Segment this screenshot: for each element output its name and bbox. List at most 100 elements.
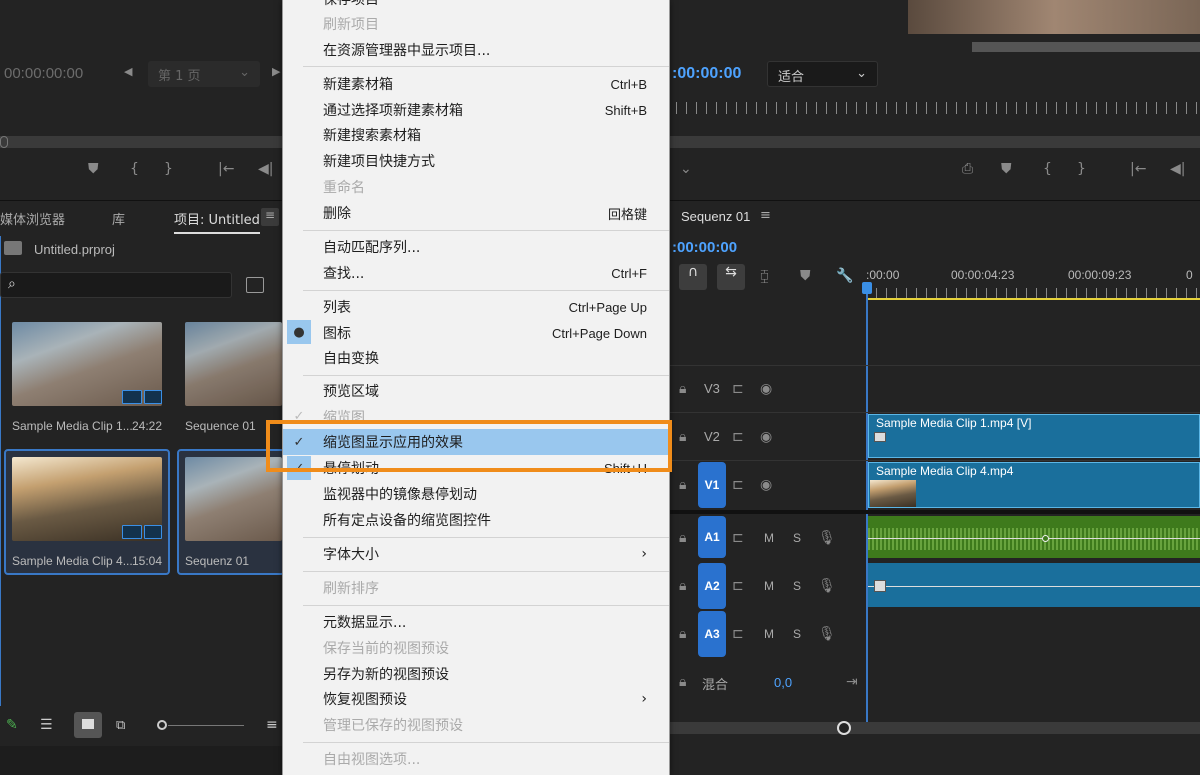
program-scrub-bar[interactable]: [670, 136, 1200, 148]
solo-button[interactable]: S: [793, 531, 801, 545]
lock-icon[interactable]: 🔒︎: [679, 578, 686, 594]
timeline-ruler[interactable]: [866, 288, 1200, 298]
track-target-a2[interactable]: A2: [698, 563, 726, 609]
thumbnail-sequenz-01[interactable]: [185, 457, 282, 541]
zoom-slider[interactable]: [168, 725, 244, 726]
menu-item-delete[interactable]: 删除 回格键: [283, 200, 669, 226]
menu-item-new-bin[interactable]: 新建素材箱 Ctrl+B: [283, 71, 669, 97]
menu-item-mirror-hover-scrub[interactable]: 监视器中的镜像悬停划动: [283, 481, 669, 507]
lock-icon[interactable]: 🔒︎: [679, 381, 686, 397]
track-target-a3[interactable]: A3: [698, 611, 726, 657]
sync-lock-icon[interactable]: ⊏: [732, 429, 744, 445]
marker-icon[interactable]: ⛊: [1001, 161, 1012, 177]
menu-item-icon-view[interactable]: 图标 Ctrl+Page Down: [283, 320, 669, 346]
page-select[interactable]: 第 1 页 ⌄: [148, 61, 260, 87]
sync-lock-icon[interactable]: ⊏: [732, 530, 744, 546]
thumbnail-sequence-01[interactable]: [185, 322, 282, 406]
track-target-a1[interactable]: A1: [698, 516, 726, 558]
lock-icon[interactable]: 🔒︎: [679, 674, 686, 690]
lock-icon[interactable]: 🔒︎: [679, 477, 686, 493]
mark-out-icon[interactable]: }: [1077, 161, 1086, 177]
fit-select[interactable]: 适合 ⌄: [767, 61, 878, 87]
lock-icon[interactable]: 🔒︎: [679, 530, 686, 546]
marker-icon[interactable]: ⛊: [800, 268, 811, 284]
menu-item-new-project-shortcut[interactable]: 新建项目快捷方式: [283, 148, 669, 174]
menu-item-hover-scrub[interactable]: 悬停划动 Shift+H: [283, 455, 669, 481]
chevron-down-icon[interactable]: ⌄: [680, 161, 692, 177]
menu-item-find[interactable]: 查找... Ctrl+F: [283, 260, 669, 286]
panel-menu-icon[interactable]: ≡: [261, 208, 279, 226]
track-target-v1[interactable]: V1: [698, 462, 726, 508]
menu-item-preview-area[interactable]: 预览区域: [283, 378, 669, 404]
scrollbar-handle[interactable]: [837, 721, 851, 735]
source-timecode[interactable]: 00:00:00:00: [4, 65, 83, 82]
solo-button[interactable]: S: [793, 579, 801, 593]
step-back-icon[interactable]: ◀|: [1170, 161, 1185, 177]
sync-lock-icon[interactable]: ⊏: [732, 626, 744, 642]
menu-item-reveal-in-explorer[interactable]: 在资源管理器中显示项目...: [283, 37, 669, 63]
list-view-icon[interactable]: ☰: [40, 717, 53, 733]
tab-media-browser[interactable]: 媒体浏览器: [0, 209, 65, 228]
step-back-icon[interactable]: ◀|: [258, 161, 273, 177]
source-scrub-bar[interactable]: [0, 136, 282, 148]
solo-button[interactable]: S: [793, 627, 801, 641]
fit-to-track-icon[interactable]: ⇥: [846, 674, 858, 690]
menu-item-save-new-view-preset[interactable]: 另存为新的视图预设: [283, 661, 669, 687]
eye-icon[interactable]: ◉: [760, 381, 772, 397]
timeline-scrollbar[interactable]: [670, 722, 1200, 734]
menu-item-new-search-bin[interactable]: 新建搜索素材箱: [283, 122, 669, 148]
playhead-handle[interactable]: [0, 136, 8, 148]
mute-button[interactable]: M: [764, 627, 774, 641]
microphone-icon[interactable]: 🎙︎: [818, 578, 836, 594]
sync-lock-icon[interactable]: ⊏: [732, 578, 744, 594]
timeline-timecode[interactable]: :00:00:00: [672, 239, 737, 256]
export-frame-icon[interactable]: ⎙: [962, 161, 973, 177]
lock-icon[interactable]: 🔒︎: [679, 626, 686, 642]
menu-item-list[interactable]: 列表 Ctrl+Page Up: [283, 294, 669, 320]
program-timecode[interactable]: :00:00:00: [672, 65, 741, 83]
mark-in-icon[interactable]: {: [130, 161, 139, 177]
mark-in-icon[interactable]: {: [1043, 161, 1052, 177]
volume-line[interactable]: [868, 586, 1200, 587]
tab-project[interactable]: 项目: Untitled: [174, 209, 260, 234]
menu-item-font-size[interactable]: 字体大小 ›: [283, 541, 669, 567]
go-to-in-icon[interactable]: |←: [1130, 161, 1146, 177]
menu-item-metadata-display[interactable]: 元数据显示...: [283, 609, 669, 635]
mute-button[interactable]: M: [764, 579, 774, 593]
freeform-view-icon[interactable]: ⧉: [116, 718, 125, 733]
audio-clip[interactable]: [868, 563, 1200, 607]
wrench-icon[interactable]: 🔧: [836, 268, 853, 284]
go-to-in-icon[interactable]: |←: [218, 161, 234, 177]
linked-selection-icon[interactable]: ⇆: [717, 264, 745, 290]
sync-lock-icon[interactable]: ⊏: [732, 381, 744, 397]
pencil-icon[interactable]: ✎: [6, 717, 18, 733]
work-area-bar[interactable]: [866, 298, 1200, 300]
playhead-handle[interactable]: [862, 282, 872, 294]
microphone-icon[interactable]: 🎙︎: [818, 626, 836, 642]
tab-libraries[interactable]: 库: [112, 209, 125, 228]
eye-icon[interactable]: ◉: [760, 429, 772, 445]
tab-sequence[interactable]: Sequenz 01: [681, 209, 750, 224]
sort-icon[interactable]: ≡: [266, 717, 278, 733]
microphone-icon[interactable]: 🎙︎: [818, 530, 836, 546]
next-page-icon[interactable]: ▶: [272, 65, 280, 78]
menu-item-new-bin-from-selection[interactable]: 通过选择项新建素材箱 Shift+B: [283, 97, 669, 123]
menu-item-thumbnails-show-effects[interactable]: 缩览图显示应用的效果: [283, 429, 669, 455]
new-bin-from-search-icon[interactable]: [246, 277, 264, 293]
mix-value[interactable]: 0,0: [774, 675, 792, 690]
snap-icon[interactable]: ∩: [679, 264, 707, 290]
mute-button[interactable]: M: [764, 531, 774, 545]
menu-item-automate-to-sequence[interactable]: 自动匹配序列...: [283, 234, 669, 260]
menu-item-thumbnail-controls[interactable]: 所有定点设备的缩览图控件: [283, 507, 669, 533]
eye-icon[interactable]: ◉: [760, 477, 772, 493]
search-input[interactable]: [0, 272, 232, 298]
zoom-slider-handle[interactable]: [157, 720, 167, 730]
prev-page-icon[interactable]: ◀: [124, 65, 132, 78]
menu-item-restore-view-preset[interactable]: 恢复视图预设 ›: [283, 686, 669, 712]
keyframe[interactable]: [1042, 535, 1049, 542]
add-marker-icon[interactable]: ⧮: [760, 268, 769, 284]
mark-out-icon[interactable]: }: [164, 161, 173, 177]
volume-line[interactable]: [868, 538, 1200, 539]
panel-menu-icon[interactable]: ≡: [760, 208, 771, 223]
sync-lock-icon[interactable]: ⊏: [732, 477, 744, 493]
